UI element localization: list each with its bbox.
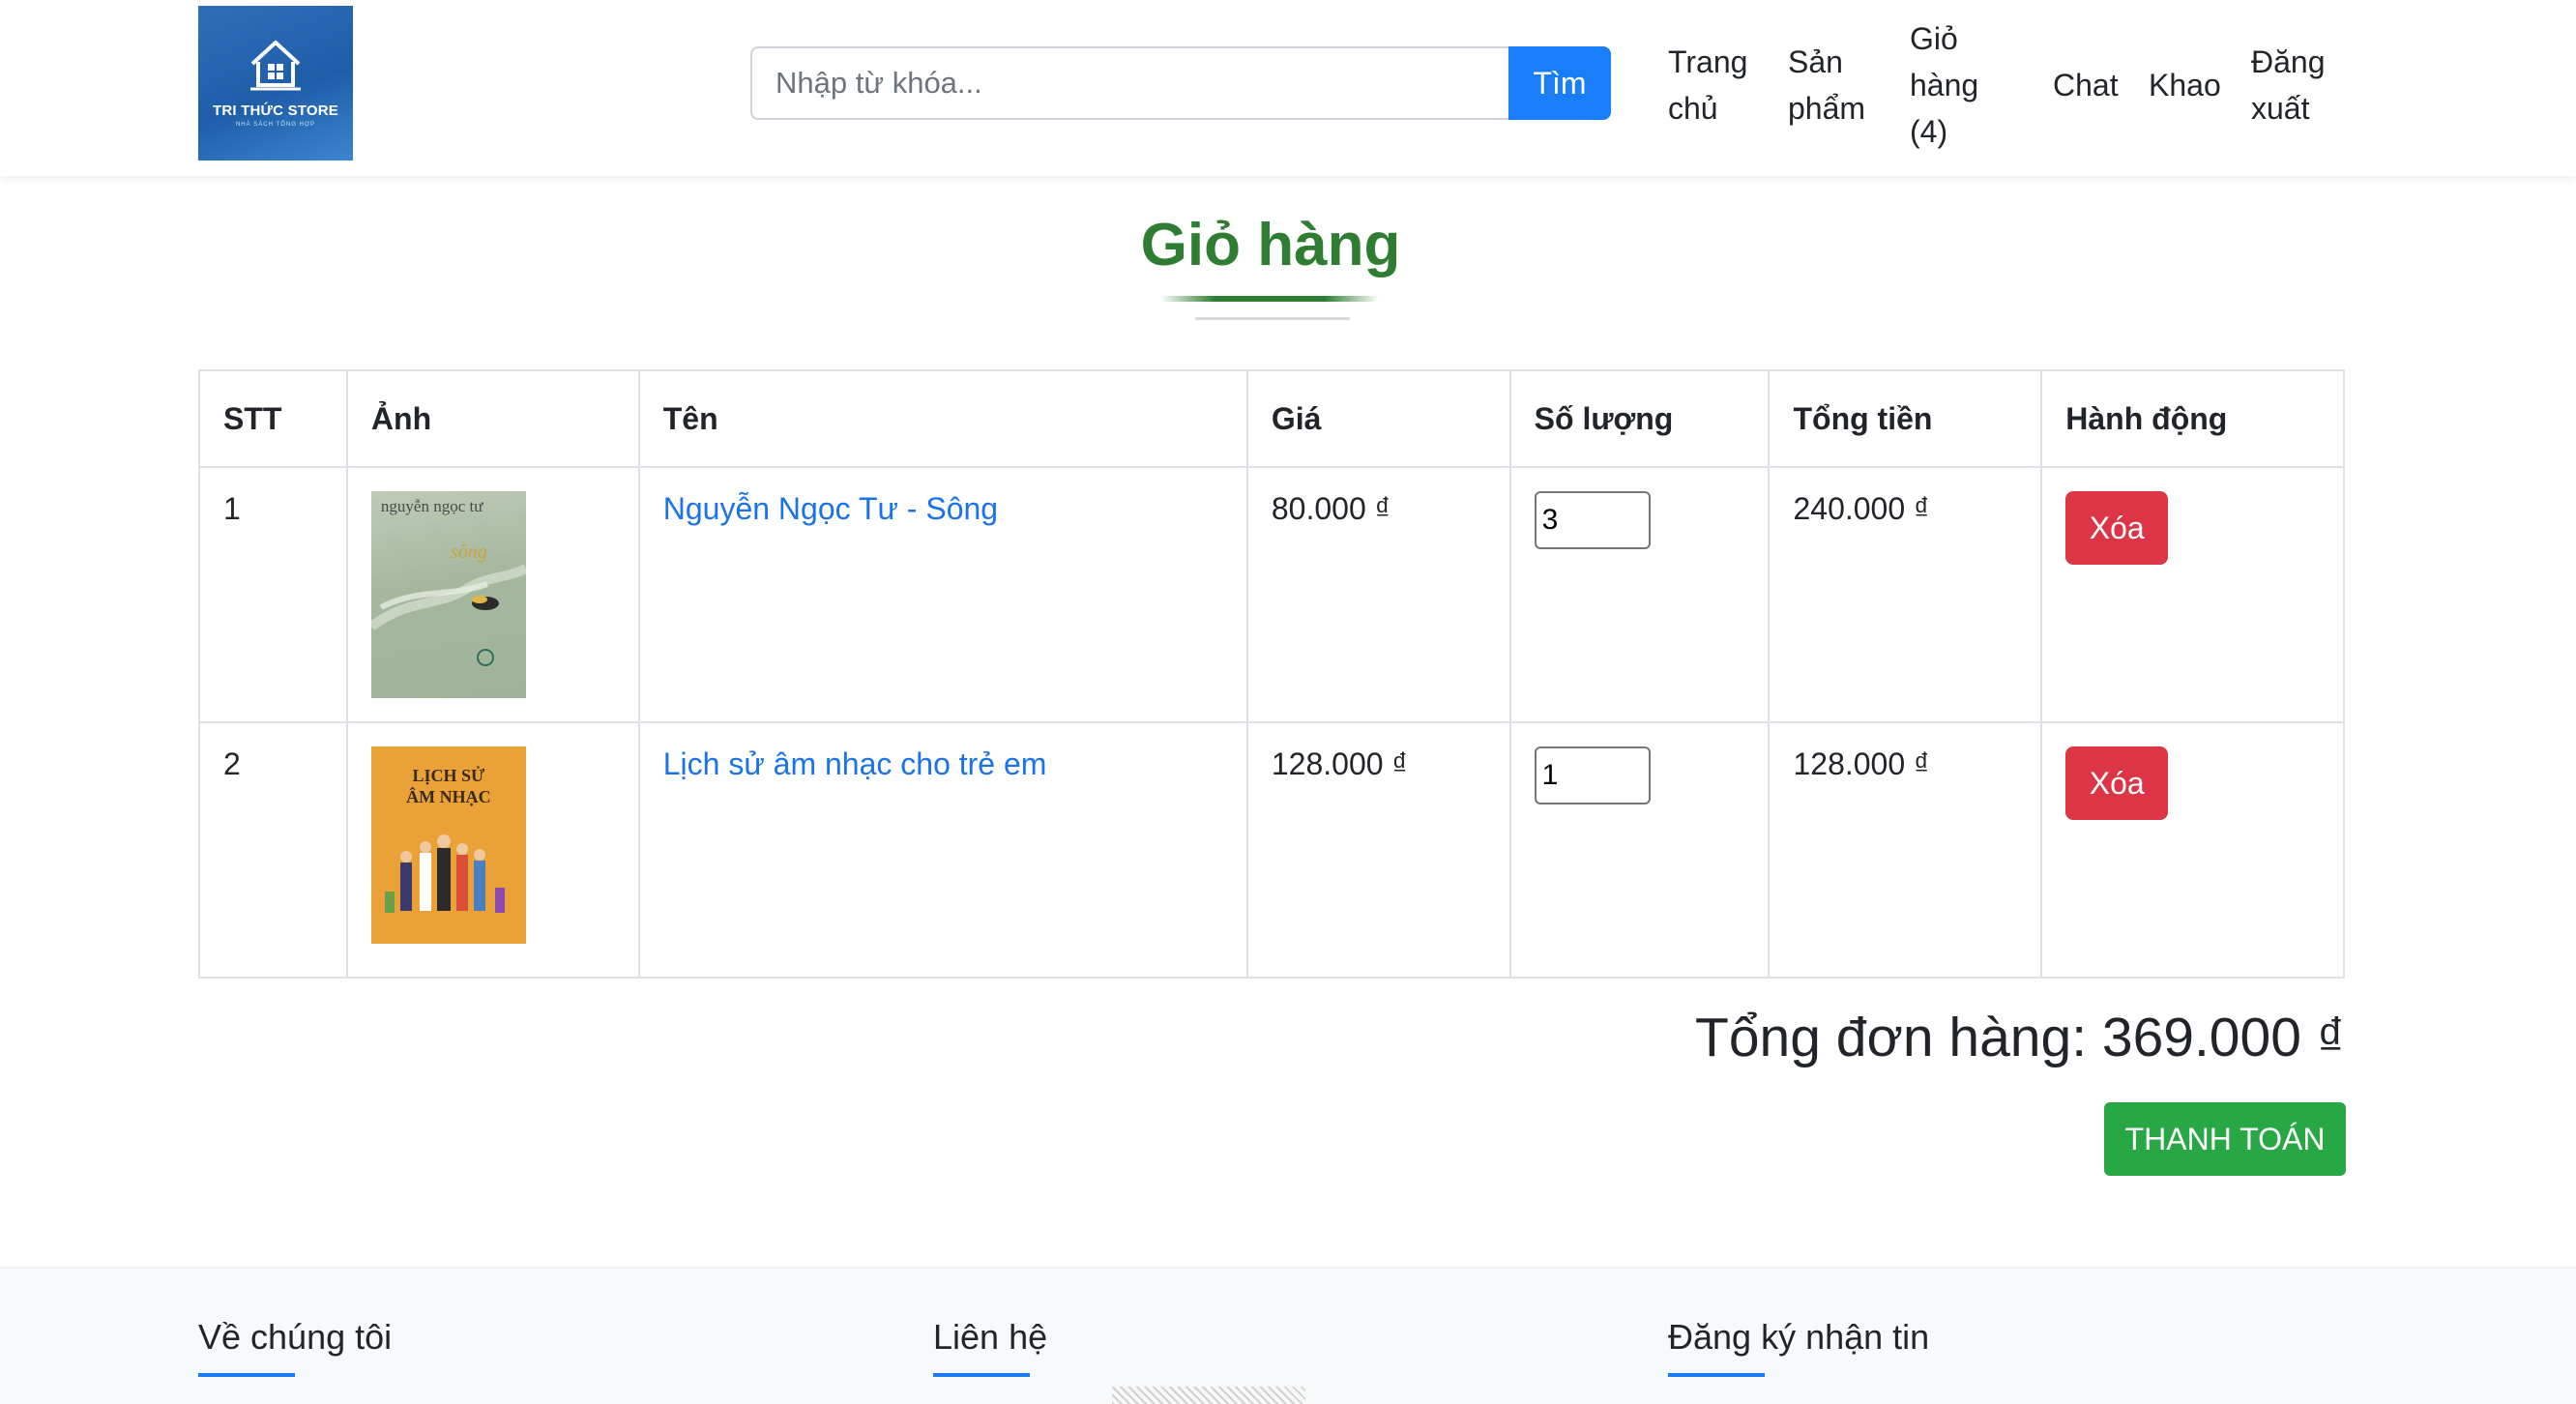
nav-home[interactable]: Trang chủ <box>1668 39 1765 132</box>
footer-newsletter-heading: Đăng ký nhận tin <box>1668 1317 1930 1357</box>
table-header-row: STT Ảnh Tên Giá Số lượng Tổng tiền Hành … <box>198 369 2345 468</box>
footer-newsletter-underline <box>1668 1373 1765 1377</box>
nav-khao[interactable]: Khao <box>2149 62 2221 108</box>
book-cover-image[interactable]: nguyễn ngọc tư sông <box>370 491 526 698</box>
nav-products[interactable]: Sản phẩm <box>1788 39 1885 132</box>
header-quantity: Số lượng <box>1508 369 1771 468</box>
nav-chat[interactable]: Chat <box>2053 62 2119 108</box>
header-name: Tên <box>637 369 1248 468</box>
title-underline <box>1160 296 1379 302</box>
row-stt: 2 <box>198 721 348 979</box>
footer-contact-underline <box>933 1373 1030 1377</box>
quantity-input[interactable] <box>1534 491 1651 549</box>
site-header: TRI THỨC STORE NHÀ SÁCH TỔNG HỢP Tìm Tra… <box>0 0 2576 176</box>
nav-logout[interactable]: Đăng xuất <box>2251 39 2348 132</box>
header-stt: STT <box>198 369 348 468</box>
search-input[interactable] <box>750 46 1508 120</box>
row-image-cell: nguyễn ngọc tư sông <box>345 466 640 723</box>
row-total: 240.000 ₫ <box>1768 466 2043 723</box>
footer-about-underline <box>198 1373 295 1377</box>
nav-cart[interactable]: Giỏ hàng (4) <box>1910 15 2016 155</box>
logo-tagline: NHÀ SÁCH TỔNG HỢP <box>235 122 316 128</box>
search-button[interactable]: Tìm <box>1508 46 1611 120</box>
footer-decoration <box>1112 1387 1305 1404</box>
row-name-cell: Lịch sử âm nhạc cho trẻ em <box>637 721 1248 979</box>
title-divider <box>1195 317 1350 320</box>
row-action-cell: Xóa <box>2040 721 2345 979</box>
table-row: 1 nguyễn ngọc tư sông Nguyễn Ngọc Tư - S… <box>198 466 2345 723</box>
row-total: 128.000 ₫ <box>1768 721 2043 979</box>
row-stt: 1 <box>198 466 348 723</box>
delete-button[interactable]: Xóa <box>2065 491 2169 565</box>
header-action: Hành động <box>2040 369 2345 468</box>
header-price: Giá <box>1245 369 1511 468</box>
footer-about-heading: Về chúng tôi <box>198 1317 393 1357</box>
cover-illustration <box>384 834 505 913</box>
row-name-cell: Nguyễn Ngọc Tư - Sông <box>637 466 1248 723</box>
quantity-input[interactable] <box>1534 746 1651 804</box>
row-image-cell: LỊCH SỬ ÂM NHẠC <box>345 721 640 979</box>
row-action-cell: Xóa <box>2040 466 2345 723</box>
footer-contact-heading: Liên hệ <box>933 1317 1048 1357</box>
logo-brand: TRI THỨC STORE <box>213 102 338 119</box>
checkout-button[interactable]: THANH TOÁN <box>2104 1102 2346 1176</box>
order-total: Tổng đơn hàng: 369.000 ₫ <box>1695 1007 2345 1068</box>
header-image: Ảnh <box>345 369 640 468</box>
search-form: Tìm <box>750 46 1611 120</box>
row-price: 80.000 ₫ <box>1245 466 1511 723</box>
row-price: 128.000 ₫ <box>1245 721 1511 979</box>
cover-illustration <box>370 564 526 666</box>
row-quantity-cell <box>1508 466 1771 723</box>
product-link[interactable]: Nguyễn Ngọc Tư - Sông <box>663 491 998 526</box>
row-quantity-cell <box>1508 721 1771 979</box>
house-icon <box>250 41 301 91</box>
delete-button[interactable]: Xóa <box>2065 746 2169 820</box>
product-link[interactable]: Lịch sử âm nhạc cho trẻ em <box>663 746 1047 781</box>
book-cover-image[interactable]: LỊCH SỬ ÂM NHẠC <box>370 746 526 944</box>
table-row: 2 LỊCH SỬ ÂM NHẠC Lịch sử âm nhạc cho tr… <box>198 721 2345 979</box>
page-title: Giỏ hàng <box>1140 212 1401 278</box>
cart-table: STT Ảnh Tên Giá Số lượng Tổng tiền Hành … <box>198 369 2345 979</box>
store-logo[interactable]: TRI THỨC STORE NHÀ SÁCH TỔNG HỢP <box>198 6 353 161</box>
header-total: Tổng tiền <box>1768 369 2043 468</box>
